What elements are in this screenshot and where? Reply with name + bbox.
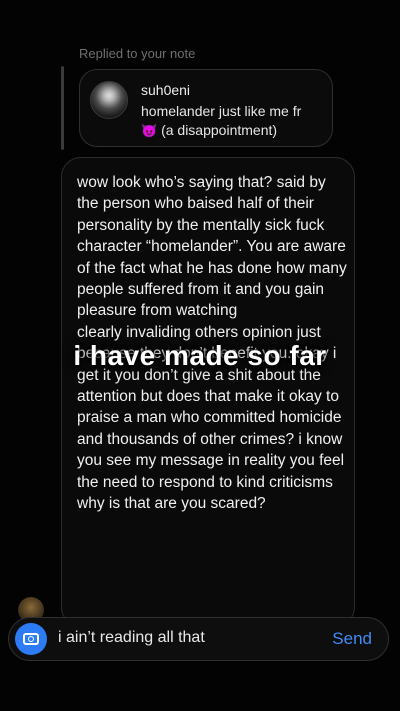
note-avatar[interactable]: [90, 81, 128, 119]
message-composer: i ain’t reading all that Send: [8, 617, 389, 661]
message-input[interactable]: i ain’t reading all that: [58, 629, 205, 647]
note-text-suffix: (a disappointment): [157, 122, 278, 138]
camera-button[interactable]: [15, 623, 47, 655]
note-card[interactable]: suh0eni homelander just like me fr 😈 (a …: [79, 69, 333, 147]
note-username: suh0eni: [141, 82, 191, 98]
reply-indicator-line: [61, 66, 64, 150]
send-button[interactable]: Send: [332, 629, 372, 649]
camera-icon: [23, 633, 39, 645]
camera-lens: [28, 636, 34, 642]
note-text: homelander just like me fr 😈 (a disappoi…: [141, 102, 321, 140]
overlay-caption: i have made so far: [73, 340, 327, 371]
message-bubble[interactable]: wow look who’s saying that? said by the …: [61, 157, 355, 627]
replied-to-note-label: Replied to your note: [79, 46, 196, 61]
note-text-main: homelander just like me fr: [141, 103, 302, 119]
devil-emoji-icon: 😈: [141, 123, 158, 138]
